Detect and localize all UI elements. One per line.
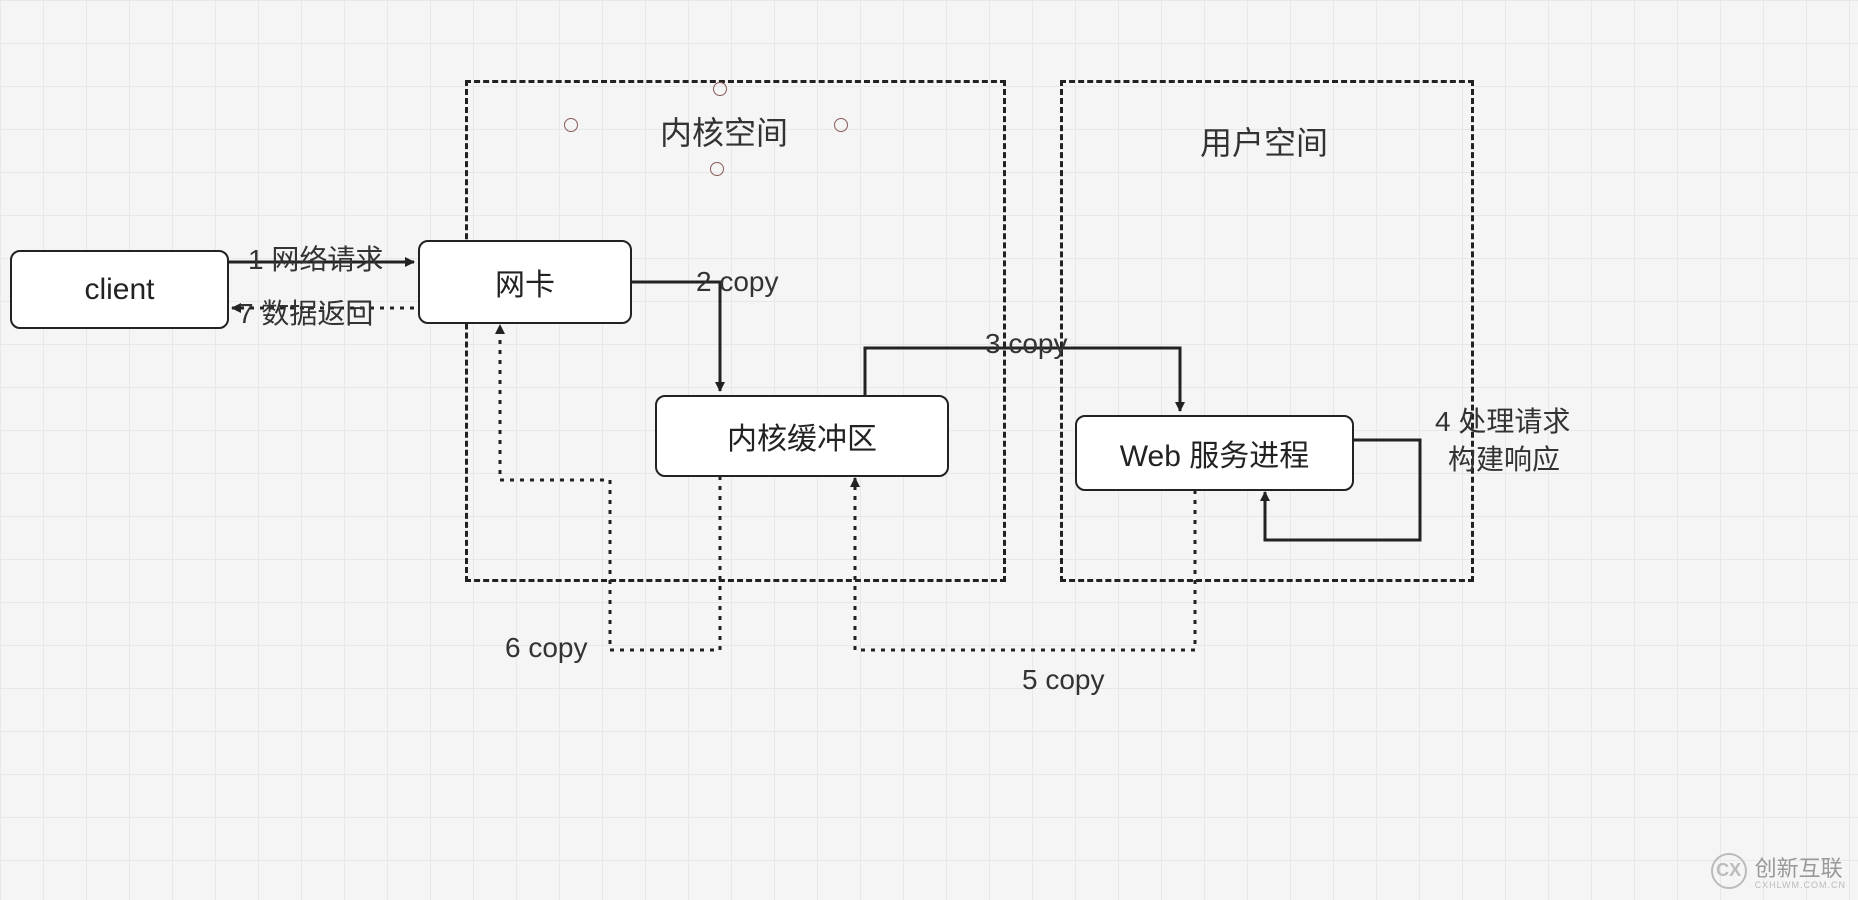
edge-4-selfloop [1265, 440, 1420, 540]
watermark: CX 创新互联 CXHLWM.COM.CN [1711, 851, 1846, 890]
edge-3-label: 3 copy [985, 328, 1068, 360]
edge-6-copy [500, 325, 720, 650]
watermark-text: 创新互联 [1755, 851, 1846, 883]
edge-7-label: 7 数据返回 [238, 292, 373, 332]
edge-2-label: 2 copy [696, 266, 779, 298]
watermark-sub: CXHLWM.COM.CN [1755, 880, 1846, 890]
edge-5-copy [855, 478, 1195, 650]
edge-6-label: 6 copy [505, 632, 588, 664]
edge-4-label-line1: 4 处理请求 [1435, 400, 1570, 440]
edge-4-label-line2: 构建响应 [1448, 438, 1560, 478]
watermark-icon-text: CX [1716, 860, 1741, 881]
edge-5-label: 5 copy [1022, 664, 1105, 696]
edge-2-copy [630, 282, 720, 391]
watermark-icon: CX [1711, 853, 1747, 889]
edge-1-label: 1 网络请求 [248, 238, 383, 278]
